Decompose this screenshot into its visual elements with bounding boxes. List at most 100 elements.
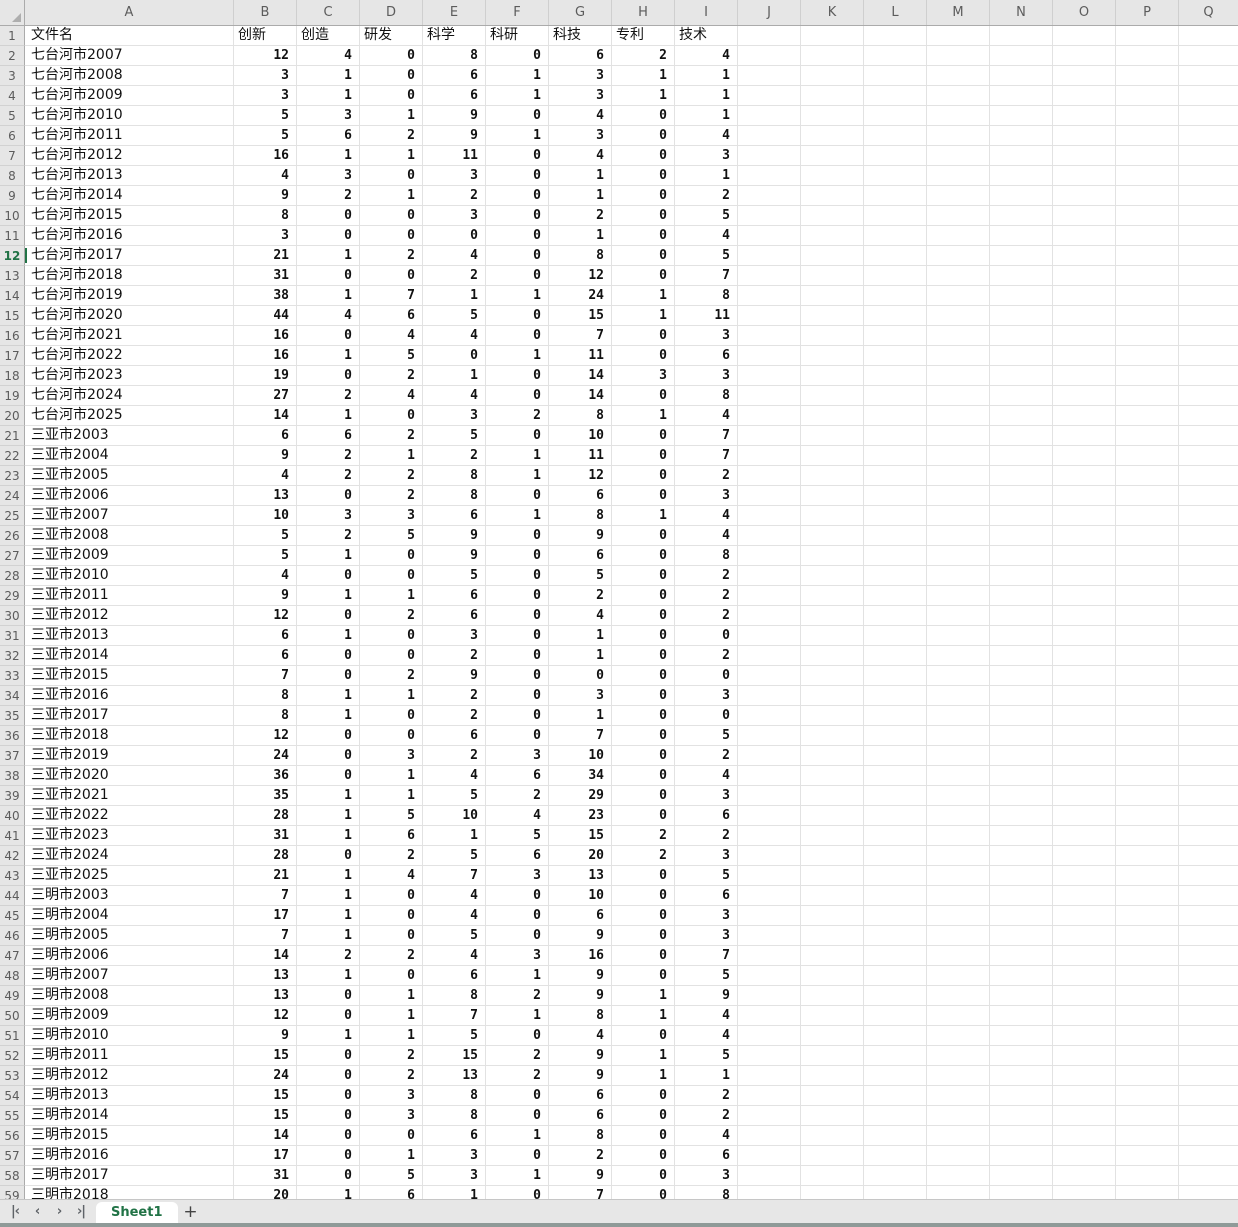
cell[interactable]: 2 <box>423 706 486 726</box>
cell[interactable]: 10 <box>423 806 486 826</box>
cell[interactable]: 三明市2015 <box>25 1126 234 1146</box>
cell[interactable] <box>1116 446 1179 466</box>
cell[interactable] <box>864 866 927 886</box>
cell[interactable] <box>864 1186 927 1199</box>
cell[interactable] <box>801 1066 864 1086</box>
cell[interactable]: 0 <box>486 906 549 926</box>
cell[interactable]: 1 <box>360 766 423 786</box>
cell[interactable] <box>738 926 801 946</box>
cell[interactable]: 6 <box>675 886 738 906</box>
cell[interactable]: 0 <box>297 1146 360 1166</box>
cell[interactable]: 3 <box>486 866 549 886</box>
cell[interactable] <box>1179 986 1238 1006</box>
cell[interactable]: 1 <box>360 106 423 126</box>
cell[interactable]: 三亚市2021 <box>25 786 234 806</box>
cell[interactable]: 1 <box>297 966 360 986</box>
cell[interactable] <box>1053 1146 1116 1166</box>
cell[interactable]: 1 <box>612 86 675 106</box>
cell[interactable] <box>801 366 864 386</box>
cell[interactable]: 0 <box>297 746 360 766</box>
row-header-55[interactable]: 55 <box>0 1106 25 1126</box>
cell[interactable] <box>927 826 990 846</box>
cell[interactable]: 七台河市2019 <box>25 286 234 306</box>
cell[interactable]: 0 <box>612 1106 675 1126</box>
cell[interactable]: 三明市2008 <box>25 986 234 1006</box>
row-header-34[interactable]: 34 <box>0 686 25 706</box>
cell[interactable]: 0 <box>486 226 549 246</box>
cell[interactable]: 7 <box>549 726 612 746</box>
cell[interactable]: 三亚市2022 <box>25 806 234 826</box>
cell[interactable] <box>927 946 990 966</box>
cell[interactable] <box>1053 26 1116 46</box>
cell[interactable]: 2 <box>360 1046 423 1066</box>
cell[interactable] <box>738 386 801 406</box>
cell[interactable]: 9 <box>234 1026 297 1046</box>
cell[interactable]: 35 <box>234 786 297 806</box>
cell[interactable]: 0 <box>612 326 675 346</box>
cell[interactable] <box>801 866 864 886</box>
cell[interactable]: 7 <box>423 866 486 886</box>
cell[interactable] <box>801 166 864 186</box>
cell[interactable] <box>1179 106 1238 126</box>
cell[interactable] <box>927 266 990 286</box>
cell[interactable] <box>927 726 990 746</box>
cell[interactable]: 1 <box>549 626 612 646</box>
cell[interactable]: 2 <box>360 1066 423 1086</box>
cell[interactable] <box>1116 866 1179 886</box>
cell[interactable]: 七台河市2015 <box>25 206 234 226</box>
cell[interactable]: 1 <box>297 1026 360 1046</box>
cell[interactable] <box>1116 206 1179 226</box>
row-header-4[interactable]: 4 <box>0 86 25 106</box>
row-header-31[interactable]: 31 <box>0 626 25 646</box>
cell[interactable] <box>801 66 864 86</box>
cell[interactable]: 16 <box>234 146 297 166</box>
cell[interactable] <box>1116 1146 1179 1166</box>
cell[interactable] <box>864 406 927 426</box>
cell[interactable]: 3 <box>423 626 486 646</box>
cell[interactable]: 1 <box>486 346 549 366</box>
cell[interactable]: 1 <box>297 686 360 706</box>
cell[interactable] <box>801 586 864 606</box>
cell[interactable]: 8 <box>675 1186 738 1199</box>
row-header-46[interactable]: 46 <box>0 926 25 946</box>
cell[interactable]: 17 <box>234 906 297 926</box>
row-header-13[interactable]: 13 <box>0 266 25 286</box>
cell[interactable]: 七台河市2021 <box>25 326 234 346</box>
cell[interactable] <box>927 346 990 366</box>
cell[interactable] <box>1116 646 1179 666</box>
cell[interactable] <box>1179 666 1238 686</box>
cell[interactable]: 7 <box>675 426 738 446</box>
cell[interactable]: 三亚市2010 <box>25 566 234 586</box>
cell[interactable] <box>864 806 927 826</box>
cell[interactable] <box>738 166 801 186</box>
cell[interactable] <box>801 246 864 266</box>
cell[interactable] <box>990 1166 1053 1186</box>
cell[interactable]: 0 <box>612 806 675 826</box>
cell[interactable]: 1 <box>297 906 360 926</box>
cell[interactable] <box>1053 1186 1116 1199</box>
cell[interactable]: 5 <box>675 966 738 986</box>
cell[interactable] <box>864 306 927 326</box>
cell[interactable] <box>990 86 1053 106</box>
cell[interactable] <box>801 786 864 806</box>
cell[interactable]: 9 <box>423 546 486 566</box>
cell[interactable]: 0 <box>612 106 675 126</box>
cell[interactable] <box>1179 646 1238 666</box>
cell[interactable] <box>1053 706 1116 726</box>
cell[interactable]: 3 <box>423 166 486 186</box>
cell[interactable]: 20 <box>549 846 612 866</box>
cell[interactable]: 12 <box>234 46 297 66</box>
cell[interactable] <box>1116 1126 1179 1146</box>
cell[interactable]: 2 <box>612 826 675 846</box>
cell[interactable] <box>1116 86 1179 106</box>
cell[interactable] <box>1179 906 1238 926</box>
cell[interactable]: 15 <box>234 1086 297 1106</box>
cell[interactable] <box>1116 126 1179 146</box>
cell[interactable] <box>801 606 864 626</box>
cell[interactable] <box>927 306 990 326</box>
row-header-1[interactable]: 1 <box>0 26 25 46</box>
cell[interactable] <box>990 406 1053 426</box>
cell[interactable]: 0 <box>612 546 675 566</box>
cell[interactable] <box>864 46 927 66</box>
cell[interactable] <box>1116 46 1179 66</box>
